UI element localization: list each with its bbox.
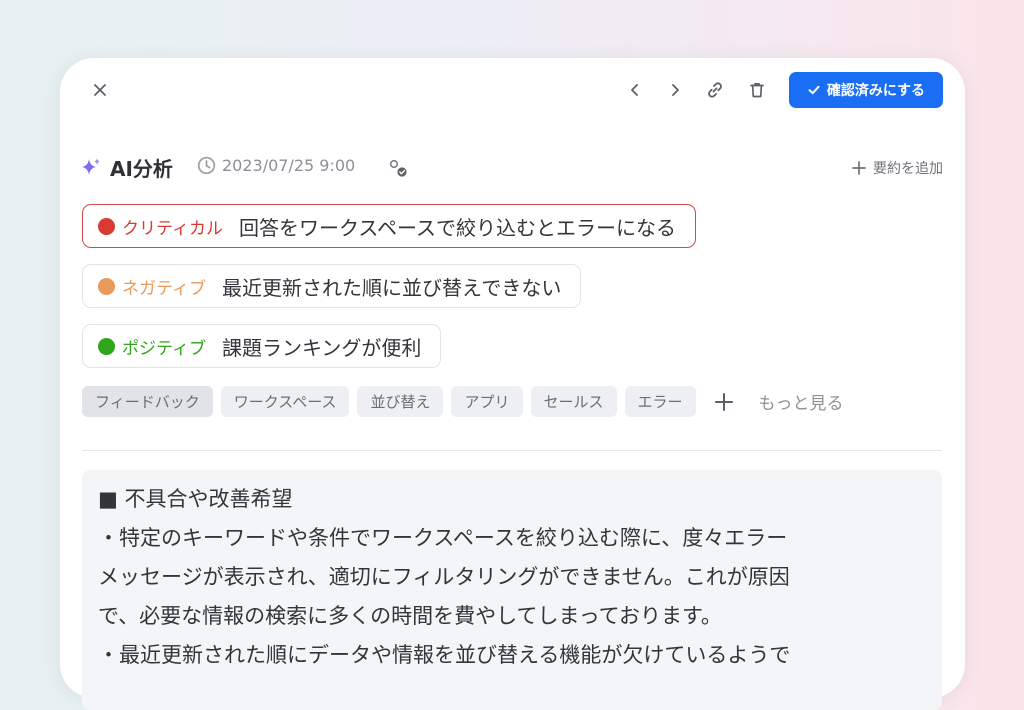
insight-text: 回答をワークスペースで絞り込むとエラーになる: [238, 215, 676, 240]
insight-label: クリティカル: [122, 218, 223, 239]
summary-line: ・最近更新された順にデータや情報を並び替える機能が欠けているようで: [98, 643, 791, 667]
negative-dot: [98, 277, 115, 295]
add-summary-button[interactable]: 要約を追加: [851, 158, 943, 178]
close-icon[interactable]: [88, 78, 112, 102]
trash-icon[interactable]: [745, 78, 769, 102]
chevron-right-icon[interactable]: [663, 78, 687, 102]
add-summary-label: 要約を追加: [873, 161, 943, 177]
insight-text: 課題ランキングが便利: [221, 335, 422, 360]
summary-line: で、必要な情報の検索に多くの時間を費やしてしまっております。: [98, 604, 722, 628]
positive-dot: [98, 337, 115, 355]
chevron-left-icon[interactable]: [623, 78, 647, 102]
summary-line: ■ 不具合や改善希望: [98, 487, 293, 511]
insight-critical[interactable]: クリティカル 回答をワークスペースで絞り込むとエラーになる: [82, 204, 696, 248]
insight-positive[interactable]: ポジティブ 課題ランキングが便利: [82, 324, 442, 368]
summary-line: ・特定のキーワードや条件でワークスペースを絞り込む際に、度々エラー: [98, 526, 788, 550]
show-more-link[interactable]: もっと見る: [759, 389, 844, 414]
tag-list: フィードバック ワークスペース 並び替え アプリ セールス エラー もっと見る: [82, 386, 844, 417]
ai-analysis-title: AI分析: [110, 156, 173, 181]
summary-text-box: ■ 不具合や改善希望 ・特定のキーワードや条件でワークスペースを絞り込む際に、度…: [82, 470, 942, 710]
insight-text: 最近更新された順に並び替えできない: [221, 275, 562, 300]
confirm-button[interactable]: 確認済みにする: [789, 72, 943, 108]
tag-chip[interactable]: ワークスペース: [220, 386, 350, 417]
feedback-detail-panel: 確認済みにする AI分析 2023/07/25 9:00 要約を追加 クリティカ…: [60, 58, 965, 710]
check-icon: [807, 83, 821, 97]
tag-chip[interactable]: エラー: [624, 386, 696, 417]
confirm-button-label: 確認済みにする: [826, 83, 926, 99]
tag-chip[interactable]: セールス: [530, 386, 617, 417]
critical-dot: [98, 217, 115, 235]
insight-negative[interactable]: ネガティブ 最近更新された順に並び替えできない: [82, 264, 582, 308]
insight-label: ポジティブ: [122, 338, 206, 359]
add-tag-icon[interactable]: [710, 388, 738, 416]
plus-icon: [851, 160, 867, 176]
timestamp-text: 2023/07/25 9:00: [222, 156, 356, 175]
insight-label: ネガティブ: [122, 278, 206, 299]
sparkle-icon: [80, 156, 102, 178]
tag-chip[interactable]: アプリ: [451, 386, 523, 417]
tag-chip[interactable]: 並び替え: [357, 386, 444, 417]
model-status-icon[interactable]: [386, 156, 410, 180]
analysis-timestamp: 2023/07/25 9:00: [197, 156, 355, 175]
clock-icon: [197, 156, 216, 175]
link-icon[interactable]: [703, 78, 727, 102]
divider: [82, 450, 942, 451]
tag-chip[interactable]: フィードバック: [82, 386, 213, 417]
summary-line: メッセージが表示され、適切にフィルタリングができません。これが原因: [98, 565, 790, 589]
ai-analysis-heading: AI分析: [80, 154, 173, 181]
